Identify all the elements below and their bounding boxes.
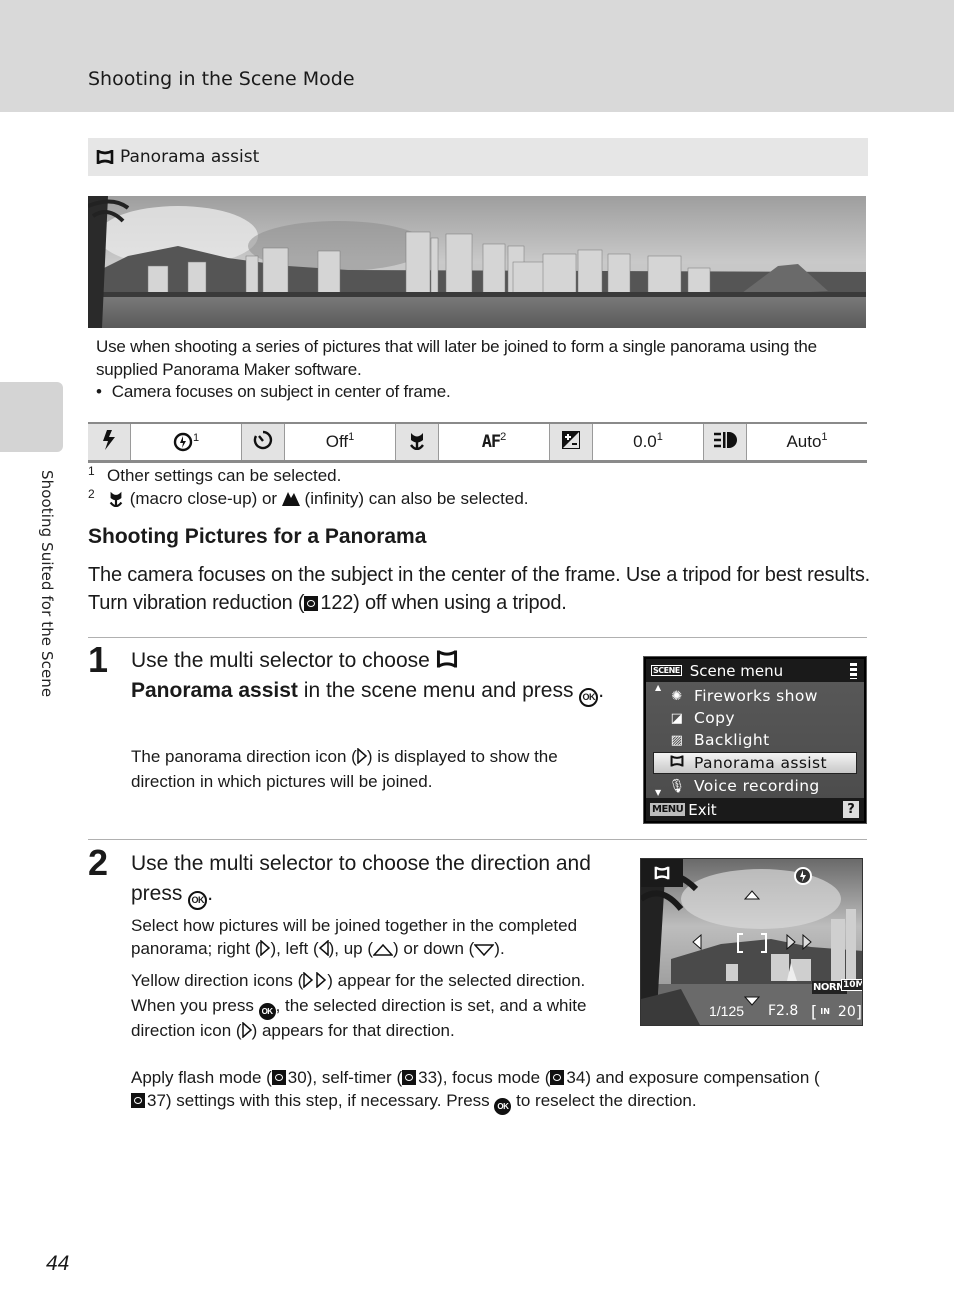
direction-up-arrow[interactable] xyxy=(743,885,761,904)
camera-scene-menu-screen: SCENE Scene menu ▲ ✺ Fireworks show ◪ Copy… xyxy=(643,656,867,824)
page-number: 44 xyxy=(46,1252,70,1275)
white-direction-icon xyxy=(241,1021,252,1045)
step-note: Apply flash mode (30), self-timer (33), … xyxy=(131,1067,831,1116)
direction-right-icon xyxy=(260,938,271,963)
macro-icon xyxy=(107,489,125,508)
panorama-assist-icon xyxy=(96,148,114,166)
settings-row: 1 Off1 AF2 0.01 Auto1 xyxy=(88,423,867,462)
step-number: 2 xyxy=(88,842,109,883)
vr-setting-value: Auto1 xyxy=(746,423,867,462)
direction-right-icon xyxy=(357,747,367,771)
remaining-exposures: [IN 20] xyxy=(811,1002,862,1021)
focus-setting-value: AF2 xyxy=(438,423,550,462)
exit-label: Exit xyxy=(688,800,717,819)
page-reference-icon xyxy=(304,596,319,611)
page-reference-link[interactable]: 37 xyxy=(147,1091,166,1110)
direction-left-icon xyxy=(318,938,329,963)
step-heading: Use the multi selector to choose the dir… xyxy=(131,849,621,910)
direction-down-icon xyxy=(473,940,495,963)
yellow-direction-icon xyxy=(303,971,327,995)
scroll-up-indicator: ▲ xyxy=(655,683,662,692)
menu-scrollbar xyxy=(850,663,857,679)
step-number: 1 xyxy=(88,639,109,680)
description-paragraph: Use when shooting a series of pictures t… xyxy=(96,337,817,379)
page-reference-icon xyxy=(550,1070,565,1085)
panorama-mode-indicator xyxy=(641,859,683,887)
ok-button-icon: OK xyxy=(258,1003,276,1021)
scene-menu-footer: MENU Exit ? xyxy=(646,798,864,821)
scene-menu-item[interactable]: ▨ Backlight xyxy=(668,729,770,751)
scroll-down-indicator: ▼ xyxy=(655,788,662,797)
camera-live-view-screen: 1/125 F2.8 NORM 10M [IN 20] xyxy=(640,858,863,1026)
scene-menu-item[interactable]: ◪ Copy xyxy=(668,707,735,729)
aperture-value: F2.8 xyxy=(768,1003,799,1019)
internal-memory-indicator: IN xyxy=(820,1007,830,1016)
page-reference-link[interactable]: 122 xyxy=(320,592,353,614)
step-heading: Use the multi selector to choose Panoram… xyxy=(131,646,631,707)
direction-down-arrow[interactable] xyxy=(743,991,761,1010)
subsection-title: Shooting Pictures for a Panorama xyxy=(88,525,427,548)
page-reference-icon xyxy=(402,1070,417,1085)
header-band xyxy=(0,0,954,112)
chapter-side-tab xyxy=(0,382,63,452)
step-divider xyxy=(88,839,867,840)
step-divider xyxy=(88,637,867,638)
copy-icon: ◪ xyxy=(670,710,684,726)
exposure-setting-value: 0.01 xyxy=(592,423,704,462)
exposure-compensation-icon xyxy=(549,423,593,462)
footnote: 1 Other settings can be selected. xyxy=(88,464,342,485)
footnotes: 1 Other settings can be selected. 2 (mac… xyxy=(88,464,868,510)
page-reference-link[interactable]: 30 xyxy=(288,1068,307,1087)
section-title: Panorama assist xyxy=(120,147,260,167)
page-header-title: Shooting in the Scene Mode xyxy=(88,68,355,90)
menu-key-icon: MENU xyxy=(650,803,686,816)
scene-description: Use when shooting a series of pictures t… xyxy=(96,336,866,404)
ok-button-icon: OK xyxy=(494,1098,512,1116)
footnote: 2 (macro close-up) or (infinity) can als… xyxy=(88,487,529,508)
description-bullet: Camera focuses on subject in center of f… xyxy=(96,381,866,404)
vibration-reduction-icon xyxy=(703,423,747,462)
flash-off-icon xyxy=(173,432,193,452)
page-reference-link[interactable]: 33 xyxy=(418,1068,437,1087)
macro-icon xyxy=(395,423,439,462)
scene-menu-item[interactable]: 🎙 Voice recording xyxy=(668,775,820,797)
ok-button-icon: OK xyxy=(579,687,599,707)
backlight-icon: ▨ xyxy=(670,732,684,748)
fireworks-icon: ✺ xyxy=(671,688,683,704)
panorama-assist-icon xyxy=(436,649,458,672)
page-reference-icon xyxy=(271,1070,286,1085)
shutter-speed: 1/125 xyxy=(709,1003,745,1019)
panorama-assist-icon xyxy=(668,754,686,772)
page-reference-icon xyxy=(131,1092,145,1108)
flash-setting-value: 1 xyxy=(130,423,242,462)
ok-button-icon: OK xyxy=(188,890,208,910)
section-title-bar: Panorama assist xyxy=(88,138,868,176)
step-body: The panorama direction icon () is displa… xyxy=(131,747,558,791)
chapter-side-label: Shooting Suited for the Scene xyxy=(38,470,56,698)
scene-menu-item-selected[interactable]: Panorama assist xyxy=(653,752,857,774)
scene-menu-title: Scene menu xyxy=(689,661,784,680)
infinity-mountain-icon xyxy=(281,489,300,508)
direction-right-arrow-selected[interactable] xyxy=(786,933,814,954)
default-settings-table: 1 Off1 AF2 0.01 Auto1 xyxy=(88,422,867,463)
self-timer-icon xyxy=(241,423,285,462)
help-icon: ? xyxy=(843,801,859,818)
direction-up-icon xyxy=(372,940,394,963)
flash-icon xyxy=(88,423,131,462)
panorama-photo xyxy=(88,196,866,328)
scene-mode-icon: SCENE xyxy=(651,665,682,676)
page-reference-link[interactable]: 34 xyxy=(566,1068,585,1087)
self-timer-setting-value: Off1 xyxy=(284,423,396,462)
scene-menu-title-bar: SCENE Scene menu xyxy=(646,659,864,682)
flash-off-icon xyxy=(793,866,813,890)
panorama-assist-icon xyxy=(654,866,670,880)
image-size-indicator: 10M xyxy=(841,979,862,991)
voice-recording-icon: 🎙 xyxy=(668,778,686,794)
step-body: Select how pictures will be joined toget… xyxy=(131,915,621,1053)
direction-left-arrow[interactable] xyxy=(692,933,702,954)
scene-menu-item[interactable]: ✺ Fireworks show xyxy=(668,685,818,707)
focus-area-brackets xyxy=(737,933,767,957)
subsection-intro: The camera focuses on the subject in the… xyxy=(88,564,871,614)
